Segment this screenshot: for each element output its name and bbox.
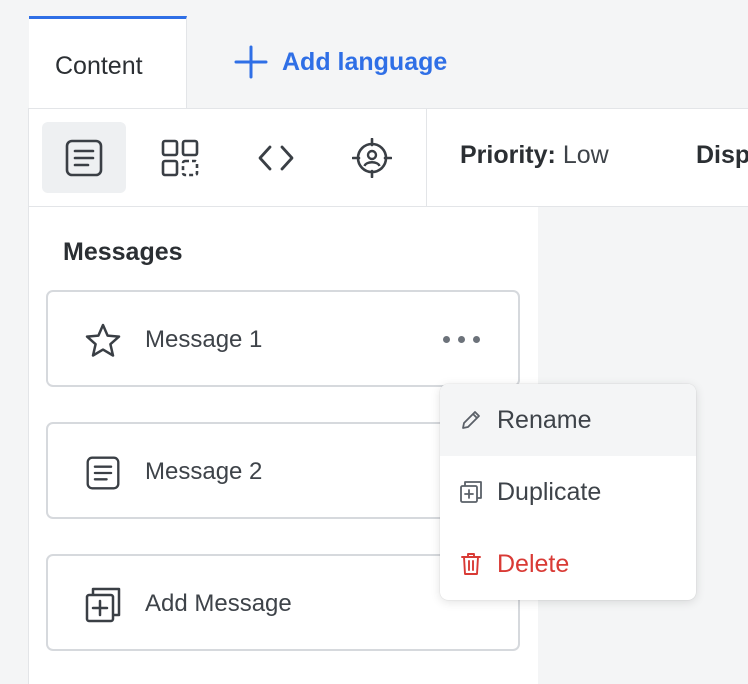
- star-icon: [84, 322, 122, 360]
- priority-value: Low: [562, 141, 609, 169]
- tab-content[interactable]: Content: [29, 16, 187, 109]
- duplicate-icon: [459, 480, 483, 504]
- add-message-label: Add Message: [145, 590, 292, 617]
- priority-label: Priority:: [460, 141, 556, 169]
- priority-setting[interactable]: Priority: Low: [460, 141, 609, 170]
- tab-content-label: Content: [55, 52, 143, 80]
- menu-item-label: Delete: [497, 549, 570, 578]
- add-language-label: Add language: [282, 47, 448, 76]
- content-tool-button[interactable]: [42, 122, 126, 193]
- display-setting-label[interactable]: Disp: [696, 141, 748, 170]
- add-language-button[interactable]: Add language: [234, 44, 447, 80]
- message-content-icon: [84, 454, 122, 492]
- plus-icon: [234, 45, 268, 79]
- menu-item-label: Rename: [497, 405, 592, 434]
- message-card-label: Message 1: [145, 326, 263, 353]
- targeting-tool-button[interactable]: [330, 122, 414, 193]
- qr-code-icon: [161, 139, 199, 176]
- menu-item-label: Duplicate: [497, 477, 602, 506]
- toolbar: Priority: Low Disp: [29, 108, 748, 207]
- add-copy-icon: [84, 586, 122, 624]
- layout-tool-button[interactable]: [138, 122, 222, 193]
- menu-item-duplicate[interactable]: Duplicate: [440, 456, 696, 528]
- code-tool-button[interactable]: [234, 122, 318, 193]
- message-content-icon: [65, 139, 103, 176]
- menu-item-delete[interactable]: Delete: [440, 528, 696, 600]
- more-options-icon[interactable]: [443, 336, 480, 343]
- toolbar-divider: [426, 109, 427, 207]
- messages-title: Messages: [63, 238, 183, 266]
- code-icon: [258, 145, 294, 170]
- pencil-icon: [459, 408, 483, 432]
- menu-item-rename[interactable]: Rename: [440, 384, 696, 456]
- target-user-icon: [352, 137, 392, 178]
- context-menu: Rename Duplicate Delete: [440, 384, 696, 600]
- trash-icon: [459, 552, 483, 576]
- message-card-label: Message 2: [145, 458, 263, 485]
- message-card-1[interactable]: Message 1: [46, 290, 520, 387]
